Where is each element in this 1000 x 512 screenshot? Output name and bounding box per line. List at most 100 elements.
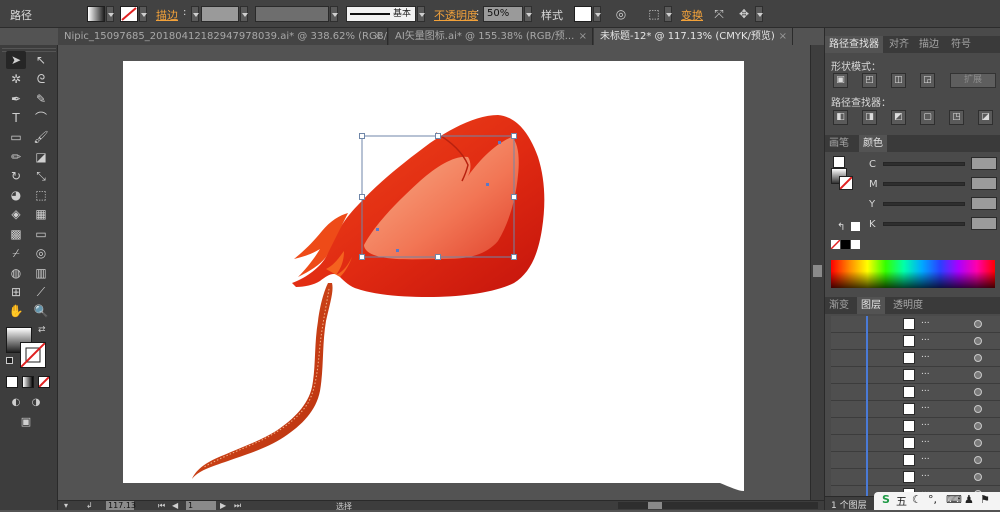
visibility-toggle[interactable] [835, 421, 845, 431]
layer-target-icon[interactable] [974, 456, 982, 464]
status-history-icon[interactable]: ↲ [86, 501, 93, 510]
merge-icon[interactable]: ◩ [891, 110, 906, 125]
channel-y-slider[interactable] [883, 202, 965, 206]
magic-wand-tool-icon[interactable]: ✲ [6, 70, 26, 88]
layer-row[interactable]: ... [831, 384, 1000, 401]
zoom-dropdown-icon[interactable]: ▾ [64, 501, 68, 510]
layer-name[interactable]: ... [921, 452, 930, 462]
layer-target-icon[interactable] [974, 320, 982, 328]
gradient-tool-icon[interactable]: ▭ [31, 225, 51, 243]
arrange-icon[interactable]: ✥ [735, 5, 753, 23]
tab-pathfinder[interactable]: 路径查找器 [825, 36, 883, 53]
exclude-icon[interactable]: ◲ [920, 73, 935, 88]
bbox-handle[interactable] [511, 194, 517, 200]
moon-icon[interactable]: ☾ [912, 493, 922, 506]
layer-name[interactable]: ... [921, 384, 930, 394]
eyedropper-tool-icon[interactable]: ⌿ [6, 244, 26, 262]
outline-icon[interactable]: ◳ [949, 110, 964, 125]
none-swatch[interactable] [830, 239, 841, 250]
layer-target-icon[interactable] [974, 439, 982, 447]
lasso-tool-icon[interactable]: ᘓ [31, 70, 51, 88]
layer-row[interactable]: ... [831, 452, 1000, 469]
align-selection-icon[interactable]: ⬚ [645, 5, 663, 23]
minus-front-icon[interactable]: ◰ [862, 73, 877, 88]
tab-stroke[interactable]: 描边 [915, 36, 943, 53]
scale-tool-icon[interactable]: ⤡ [31, 167, 51, 185]
stroke-weight-stepper[interactable] [191, 6, 199, 22]
stroke-swatch[interactable] [120, 6, 138, 22]
layer-target-icon[interactable] [974, 405, 982, 413]
ime-mode-label[interactable]: 五 [896, 493, 907, 509]
bbox-handle[interactable] [435, 254, 441, 260]
channel-c-value[interactable] [971, 157, 997, 170]
paintbrush-tool-icon[interactable]: 🖌 [31, 128, 51, 146]
tab-color[interactable]: 颜色 [859, 135, 887, 152]
layer-name[interactable]: ... [921, 367, 930, 377]
next-page-icon[interactable]: ▶ [220, 501, 226, 510]
canvas-area[interactable] [58, 45, 810, 500]
tab-nipic-document[interactable]: Nipic_15097685_20180412182947978039.ai* … [58, 28, 388, 45]
punctuation-icon[interactable]: °, [928, 493, 937, 506]
zoom-field[interactable]: 117.13 [106, 501, 136, 510]
expand-button[interactable]: 扩展 [950, 73, 996, 88]
layer-row[interactable]: ... [831, 435, 1000, 452]
layer-name[interactable]: ... [921, 401, 930, 411]
layer-row[interactable]: ... [831, 418, 1000, 435]
close-icon[interactable]: × [779, 28, 787, 45]
layer-row[interactable]: ... [831, 401, 1000, 418]
page-field[interactable]: 1 [186, 501, 216, 510]
curvature-tool-icon[interactable]: ✎ [31, 90, 51, 108]
user-icon[interactable]: ♟ [964, 493, 974, 506]
gamut-swatch[interactable] [851, 222, 860, 231]
selection-tool-icon[interactable]: ➤ [6, 51, 26, 69]
gradient-mode-icon[interactable] [22, 376, 34, 388]
stroke-weight-field[interactable] [201, 6, 239, 22]
draw-behind-icon[interactable]: ◑ [26, 394, 46, 412]
crop-icon[interactable]: ▢ [920, 110, 935, 125]
vertical-scrollbar[interactable] [810, 45, 824, 500]
color-panel-stroke-box[interactable] [839, 176, 853, 190]
opacity-label[interactable]: 不透明度 [434, 7, 478, 23]
slice-tool-icon[interactable]: ⟋ [31, 283, 51, 301]
layer-list[interactable]: ................................. [825, 316, 1000, 496]
intersect-icon[interactable]: ◫ [891, 73, 906, 88]
swap-colors-icon[interactable]: ⇄ [38, 325, 46, 335]
horizontal-scrollbar[interactable] [618, 502, 818, 509]
stroke-dropdown[interactable] [139, 6, 147, 22]
stroke-color-box[interactable] [20, 342, 46, 368]
black-swatch[interactable] [841, 240, 850, 249]
transform-label[interactable]: 变换 [681, 7, 703, 23]
rotate-tool-icon[interactable]: ↻ [6, 167, 26, 185]
graphic-style-swatch[interactable] [574, 6, 592, 22]
trim-icon[interactable]: ◨ [862, 110, 877, 125]
scroll-thumb[interactable] [813, 265, 822, 277]
color-panel-fill-box[interactable] [833, 156, 845, 168]
type-tool-icon[interactable]: T [6, 109, 26, 127]
blend-tool-icon[interactable]: ◎ [31, 244, 51, 262]
perspective-grid-tool-icon[interactable]: ▦ [31, 205, 51, 223]
layer-row[interactable]: ... [831, 469, 1000, 486]
close-icon[interactable]: × [579, 28, 587, 45]
channel-m-value[interactable] [971, 177, 997, 190]
shape-builder-tool-icon[interactable]: ◈ [6, 205, 26, 223]
isolate-icon[interactable]: ⤧ [710, 5, 728, 23]
anchor-point[interactable] [498, 141, 501, 144]
pencil-tool-icon[interactable]: ✏ [6, 148, 26, 166]
shirt-icon[interactable]: ⚑ [980, 493, 990, 506]
layer-target-icon[interactable] [974, 337, 982, 345]
color-mode-icon[interactable] [6, 376, 18, 388]
brush-definition-field[interactable]: 基本 [346, 6, 416, 22]
layer-row[interactable]: ... [831, 316, 1000, 333]
layer-target-icon[interactable] [974, 422, 982, 430]
prev-page-icon[interactable]: ◀ [172, 501, 178, 510]
arc-tool-icon[interactable]: ⌒ [31, 109, 51, 127]
tab-symbols[interactable]: 符号 [947, 36, 975, 53]
tail-stem-shape[interactable] [192, 283, 333, 479]
anchor-point[interactable] [486, 183, 489, 186]
bbox-handle[interactable] [435, 133, 441, 139]
visibility-toggle[interactable] [835, 472, 845, 482]
fill-swatch[interactable] [87, 6, 105, 22]
layer-name[interactable]: ... [921, 435, 930, 445]
bbox-handle[interactable] [359, 133, 365, 139]
visibility-toggle[interactable] [835, 370, 845, 380]
